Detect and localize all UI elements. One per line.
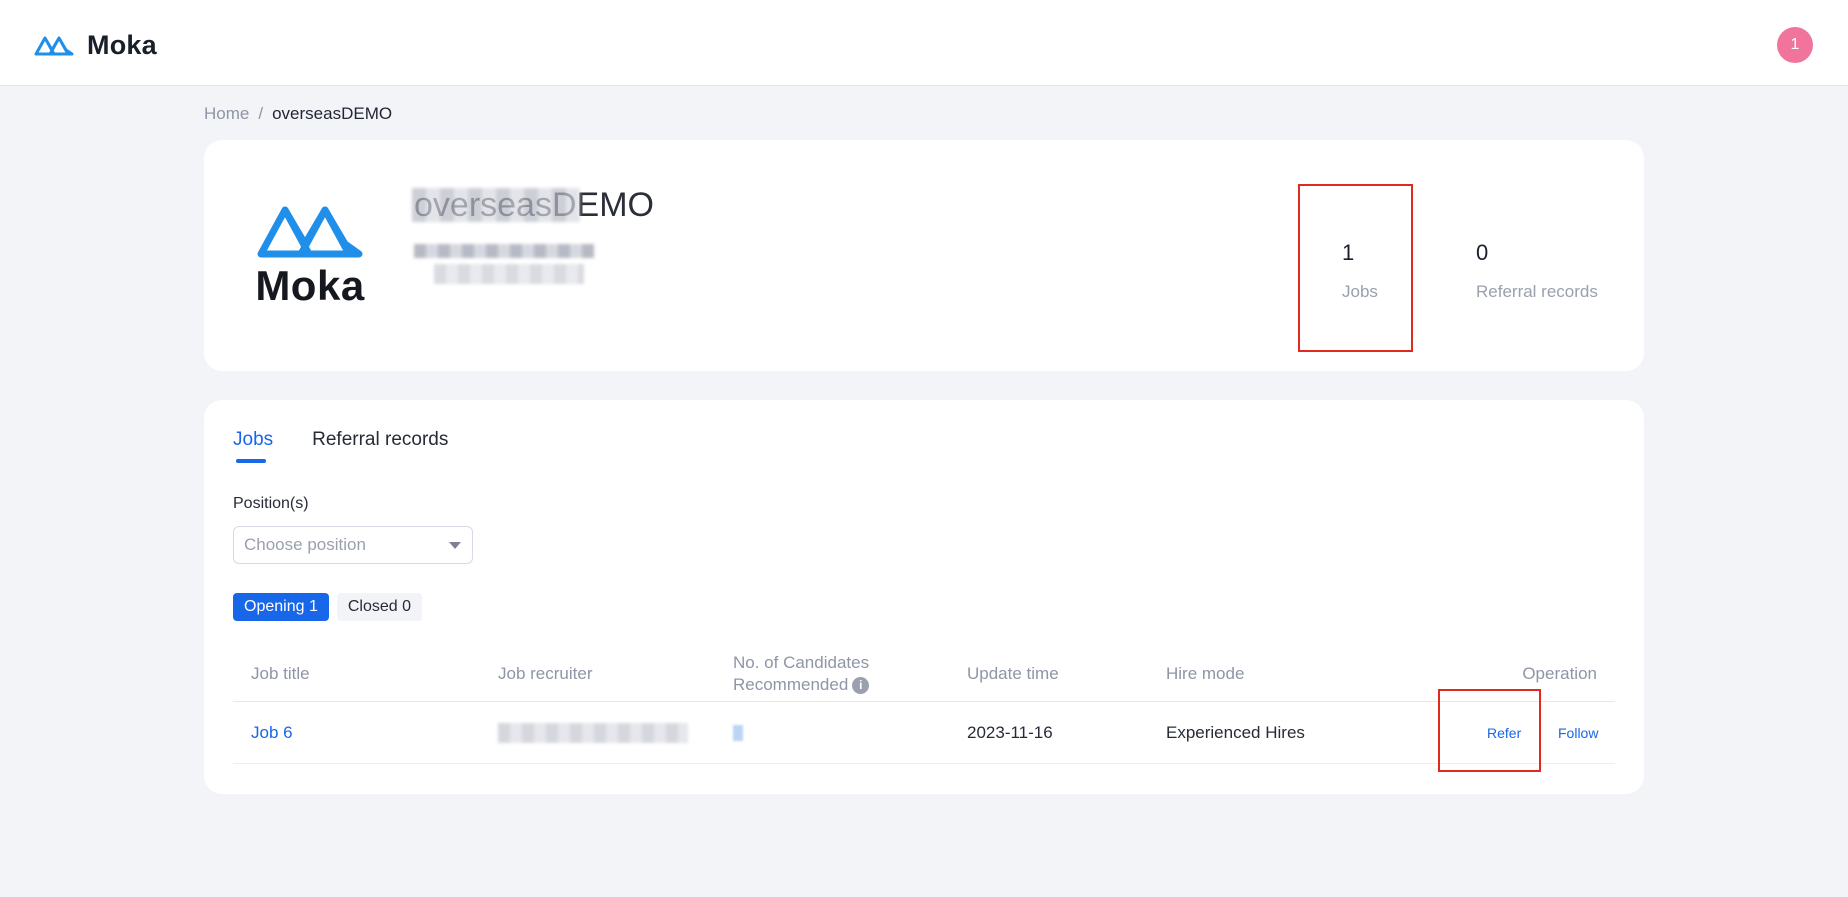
header-candidates-line2: Recommended xyxy=(733,674,849,694)
stat-referral-value: 0 xyxy=(1476,240,1489,265)
stat-referral-label: Referral records xyxy=(1476,282,1598,301)
header-operation: Operation xyxy=(1522,663,1597,683)
company-logo: Moka xyxy=(254,194,366,318)
moka-mountain-icon xyxy=(33,28,75,63)
row-update-time: 2023-11-16 xyxy=(967,723,1053,742)
breadcrumb-separator: / xyxy=(258,104,264,123)
chevron-down-icon xyxy=(449,542,461,549)
moka-mountain-icon xyxy=(257,206,363,258)
stat-jobs-label: Jobs xyxy=(1342,282,1378,301)
table-header: Job title Job recruiter No. of Candidate… xyxy=(233,645,1615,702)
stat-jobs-value: 1 xyxy=(1342,240,1355,265)
position-select[interactable]: Choose position xyxy=(233,526,473,564)
company-logo-word: Moka xyxy=(255,262,365,309)
top-bar: Moka 1 xyxy=(0,0,1848,86)
breadcrumb-home[interactable]: Home xyxy=(204,104,249,124)
status-opening-button[interactable]: Opening 1 xyxy=(233,593,329,621)
job-title-link[interactable]: Job 6 xyxy=(251,723,293,743)
breadcrumb: Home / overseasDEMO xyxy=(204,104,392,124)
tab-referral-records[interactable]: Referral records xyxy=(312,429,448,463)
follow-button[interactable]: Follow xyxy=(1558,725,1598,741)
tab-jobs[interactable]: Jobs xyxy=(233,429,273,463)
status-toggle: Opening 1 Closed 0 xyxy=(233,593,422,621)
table-row: Job 6 2023-11-16 Experienced Hires Refer… xyxy=(233,702,1615,764)
blurred-detail-2 xyxy=(434,264,584,284)
info-icon[interactable]: i xyxy=(852,676,870,694)
tab-bar: Jobs Referral records xyxy=(233,429,448,463)
header-hire-mode: Hire mode xyxy=(1166,663,1245,683)
header-job-recruiter: Job recruiter xyxy=(498,663,593,683)
blurred-recruiter xyxy=(498,723,688,743)
header-candidates-line1: No. of Candidates xyxy=(733,652,870,672)
avatar[interactable]: 1 xyxy=(1777,27,1813,63)
brand[interactable]: Moka xyxy=(33,28,157,63)
blurred-detail-1 xyxy=(414,244,594,258)
status-closed-button[interactable]: Closed 0 xyxy=(336,593,422,621)
jobs-card: Jobs Referral records Position(s) Choose… xyxy=(204,400,1644,794)
company-card: Moka overseasDEMO 1 Jobs 0 Referral reco… xyxy=(204,140,1644,371)
jobs-table: Job title Job recruiter No. of Candidate… xyxy=(233,645,1615,764)
position-select-placeholder: Choose position xyxy=(244,535,366,554)
blurred-name-overlay xyxy=(412,188,580,222)
position-filter-label: Position(s) xyxy=(233,495,309,512)
header-candidates-line2-wrap: Recommended i xyxy=(733,674,870,696)
header-update-time: Update time xyxy=(967,663,1059,683)
header-candidates: No. of Candidates Recommended i xyxy=(733,645,870,702)
stat-referral-records[interactable]: 0 Referral records xyxy=(1476,240,1598,302)
brand-name: Moka xyxy=(87,30,157,60)
breadcrumb-current: overseasDEMO xyxy=(272,104,393,123)
refer-button[interactable]: Refer xyxy=(1487,725,1521,741)
header-job-title: Job title xyxy=(251,663,310,683)
row-hire-mode: Experienced Hires xyxy=(1166,723,1305,742)
stat-jobs[interactable]: 1 Jobs xyxy=(1342,240,1378,302)
blurred-candidate-count[interactable] xyxy=(733,725,743,741)
